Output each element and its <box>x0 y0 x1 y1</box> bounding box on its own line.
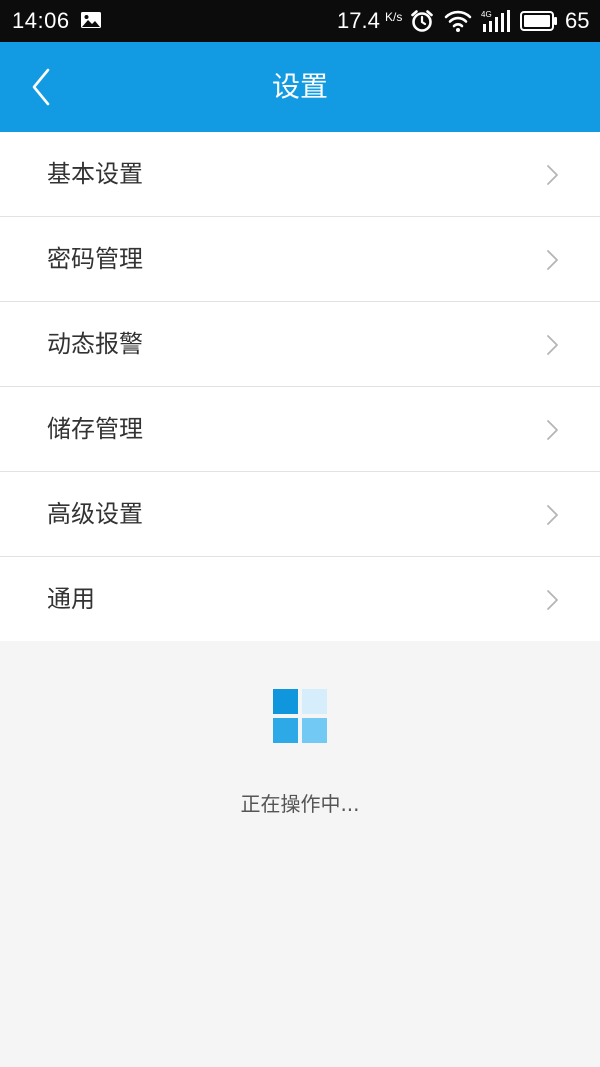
settings-item-general[interactable]: 通用 <box>0 557 600 641</box>
settings-item-password[interactable]: 密码管理 <box>0 217 600 302</box>
network-speed-unit: K/s <box>385 10 403 24</box>
back-button[interactable] <box>22 62 66 112</box>
chevron-right-icon <box>546 419 560 441</box>
wifi-icon <box>444 9 472 33</box>
settings-item-motion-alarm[interactable]: 动态报警 <box>0 302 600 387</box>
alarm-icon <box>410 9 434 33</box>
network-speed: 17.4 <box>337 8 380 33</box>
chevron-right-icon <box>546 164 560 186</box>
settings-item-label: 基本设置 <box>47 160 143 188</box>
signal-network-type: 4G <box>481 10 492 19</box>
battery-level: 65 <box>565 8 590 33</box>
chevron-right-icon <box>546 504 560 526</box>
photo-icon <box>80 11 102 29</box>
chevron-right-icon <box>546 589 560 611</box>
status-bar: 14:06 17.4 K/s 4G 65 <box>0 0 600 42</box>
signal-4g-icon: 4G <box>480 9 512 33</box>
loading-grid-icon <box>273 689 327 743</box>
settings-item-label: 高级设置 <box>47 500 143 528</box>
app-header: 设置 <box>0 42 600 132</box>
loading-cell <box>302 689 327 714</box>
page-title: 设置 <box>271 70 328 103</box>
settings-item-advanced[interactable]: 高级设置 <box>0 472 600 557</box>
settings-item-basic[interactable]: 基本设置 <box>0 132 600 217</box>
loading-cell <box>302 718 327 743</box>
chevron-right-icon <box>546 334 560 356</box>
settings-item-label: 动态报警 <box>47 330 143 358</box>
loading-cell <box>273 718 298 743</box>
settings-list: 基本设置 密码管理 动态报警 储存管理 高级设置 通用 <box>0 132 600 641</box>
chevron-left-icon <box>22 68 66 116</box>
settings-item-label: 储存管理 <box>47 415 143 443</box>
settings-item-label: 通用 <box>47 585 95 613</box>
status-time: 14:06 <box>12 8 70 33</box>
settings-item-storage[interactable]: 储存管理 <box>0 387 600 472</box>
settings-item-label: 密码管理 <box>47 245 143 273</box>
loading-indicator: 正在操作中... <box>0 638 600 1067</box>
battery-icon <box>520 11 558 31</box>
loading-cell <box>273 689 298 714</box>
loading-text: 正在操作中... <box>240 792 360 816</box>
chevron-right-icon <box>546 249 560 271</box>
